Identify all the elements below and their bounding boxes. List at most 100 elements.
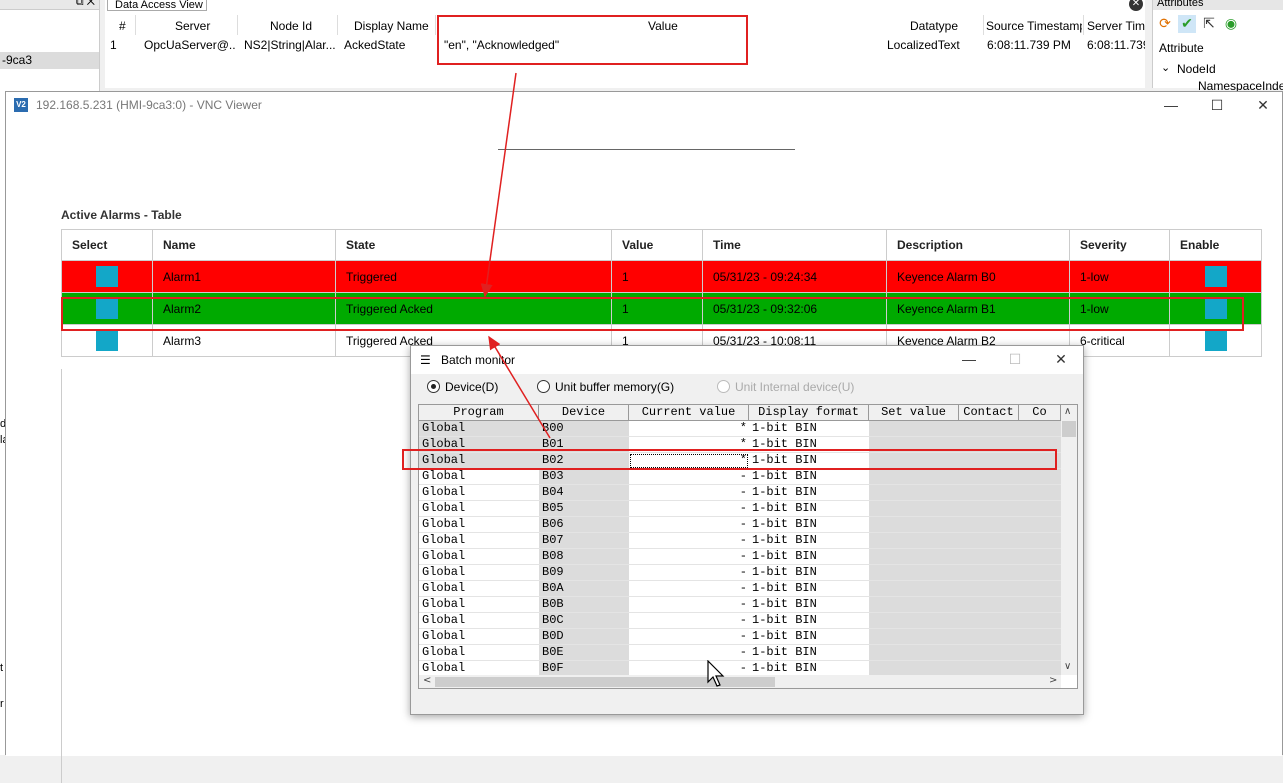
program-cell[interactable]: Global [419, 629, 539, 645]
co-cell[interactable] [1019, 629, 1061, 645]
set-value-cell[interactable] [869, 613, 959, 629]
contact-cell[interactable] [959, 517, 1019, 533]
column-header-server-time[interactable]: Server Time [1087, 19, 1145, 33]
program-cell[interactable]: Global [419, 485, 539, 501]
contact-cell[interactable] [959, 645, 1019, 661]
contact-cell[interactable] [959, 549, 1019, 565]
table-row[interactable]: Global B03-1-bit BIN [419, 469, 1061, 485]
device-cell[interactable]: B0E [539, 645, 629, 661]
table-row[interactable]: Global B0C -1-bit BIN [419, 613, 1061, 629]
check-icon[interactable]: ✔ [1178, 15, 1196, 33]
select-cell[interactable] [61, 260, 153, 293]
program-cell[interactable]: Global [419, 469, 539, 485]
col-time[interactable]: Time [702, 229, 887, 261]
set-value-cell[interactable] [869, 517, 959, 533]
current-value-cell[interactable]: - [629, 629, 749, 645]
current-value-cell[interactable]: - [629, 613, 749, 629]
current-value-cell[interactable]: - [629, 501, 749, 517]
col-device[interactable]: Device [539, 405, 629, 421]
col-enable[interactable]: Enable [1169, 229, 1262, 261]
batch-monitor-grid[interactable]: Program Device Current value Display for… [418, 404, 1078, 689]
horizontal-scrollbar[interactable]: < > [419, 675, 1061, 688]
display-format-cell[interactable]: 1-bit BIN [749, 645, 869, 661]
col-program[interactable]: Program [419, 405, 539, 421]
table-row[interactable]: Global B0A -1-bit BIN [419, 581, 1061, 597]
current-value-cell[interactable]: - [629, 517, 749, 533]
display-format-cell[interactable]: 1-bit BIN [749, 613, 869, 629]
device-cell[interactable]: B05 [539, 501, 629, 517]
current-value-cell[interactable]: - [629, 565, 749, 581]
current-value-cell[interactable]: - [629, 549, 749, 565]
contact-cell[interactable] [959, 485, 1019, 501]
program-cell[interactable]: Global [419, 597, 539, 613]
select-checkbox[interactable] [96, 330, 118, 351]
device-cell[interactable]: B0A [539, 581, 629, 597]
co-cell[interactable] [1019, 533, 1061, 549]
current-value-cell[interactable]: * [629, 421, 749, 437]
table-row[interactable]: Global B06-1-bit BIN [419, 517, 1061, 533]
col-select[interactable]: Select [61, 229, 153, 261]
contact-cell[interactable] [959, 581, 1019, 597]
co-cell[interactable] [1019, 565, 1061, 581]
maximize-button[interactable]: ☐ [1005, 350, 1025, 368]
minimize-button[interactable]: — [1161, 96, 1181, 114]
column-header-source-timestamp[interactable]: Source Timestamp [986, 19, 1082, 33]
contact-cell[interactable] [959, 469, 1019, 485]
table-row[interactable]: Global B0E -1-bit BIN [419, 645, 1061, 661]
table-row[interactable]: Global B00 * 1-bit BIN [419, 421, 1061, 437]
current-value-cell[interactable]: - [629, 581, 749, 597]
co-cell[interactable] [1019, 485, 1061, 501]
table-row[interactable]: Global B09-1-bit BIN [419, 565, 1061, 581]
program-cell[interactable]: Global [419, 517, 539, 533]
contact-cell[interactable] [959, 613, 1019, 629]
col-current-value[interactable]: Current value [629, 405, 749, 421]
device-cell[interactable]: B0B [539, 597, 629, 613]
co-cell[interactable] [1019, 597, 1061, 613]
program-cell[interactable]: Global [419, 581, 539, 597]
co-cell[interactable] [1019, 645, 1061, 661]
column-header-server[interactable]: Server [175, 19, 210, 33]
device-cell[interactable]: B00 [539, 421, 629, 437]
current-value-cell[interactable]: - [629, 533, 749, 549]
co-cell[interactable] [1019, 501, 1061, 517]
enable-checkbox[interactable] [1204, 330, 1227, 351]
radio-unit-buffer-memory[interactable]: Unit buffer memory(G) [537, 380, 674, 394]
set-value-cell[interactable] [869, 469, 959, 485]
program-cell[interactable]: Global [419, 421, 539, 437]
close-button[interactable]: ✕ [1253, 96, 1273, 114]
display-format-cell[interactable]: 1-bit BIN [749, 421, 869, 437]
program-cell[interactable]: Global [419, 645, 539, 661]
contact-cell[interactable] [959, 501, 1019, 517]
scrollbar-thumb[interactable] [1062, 421, 1076, 437]
device-cell[interactable]: B06 [539, 517, 629, 533]
display-format-cell[interactable]: 1-bit BIN [749, 517, 869, 533]
scroll-up-arrow[interactable]: ∧ [1064, 406, 1071, 417]
tab-attributes[interactable]: Attributes [1153, 0, 1283, 10]
display-format-cell[interactable]: 1-bit BIN [749, 629, 869, 645]
set-value-cell[interactable] [869, 565, 959, 581]
program-cell[interactable]: Global [419, 613, 539, 629]
co-cell[interactable] [1019, 581, 1061, 597]
scroll-left-arrow[interactable]: < [423, 675, 431, 686]
contact-cell[interactable] [959, 597, 1019, 613]
program-cell[interactable]: Global [419, 533, 539, 549]
device-cell[interactable]: B09 [539, 565, 629, 581]
co-cell[interactable] [1019, 517, 1061, 533]
current-value-cell[interactable]: - [629, 597, 749, 613]
column-header-index[interactable]: # [119, 19, 126, 33]
radio-device[interactable]: Device(D) [427, 380, 498, 394]
close-button[interactable]: ✕ [1051, 350, 1071, 368]
table-row[interactable]: Global B0B -1-bit BIN [419, 597, 1061, 613]
table-row[interactable]: Global B08-1-bit BIN [419, 549, 1061, 565]
device-cell[interactable]: B0D [539, 629, 629, 645]
target-icon[interactable]: ◉ [1222, 15, 1240, 33]
col-state[interactable]: State [335, 229, 612, 261]
scroll-right-arrow[interactable]: > [1049, 675, 1057, 686]
table-row[interactable]: Global B0D -1-bit BIN [419, 629, 1061, 645]
contact-cell[interactable] [959, 421, 1019, 437]
set-value-cell[interactable] [869, 485, 959, 501]
program-cell[interactable]: Global [419, 501, 539, 517]
set-value-cell[interactable] [869, 597, 959, 613]
display-format-cell[interactable]: 1-bit BIN [749, 501, 869, 517]
display-format-cell[interactable]: 1-bit BIN [749, 469, 869, 485]
